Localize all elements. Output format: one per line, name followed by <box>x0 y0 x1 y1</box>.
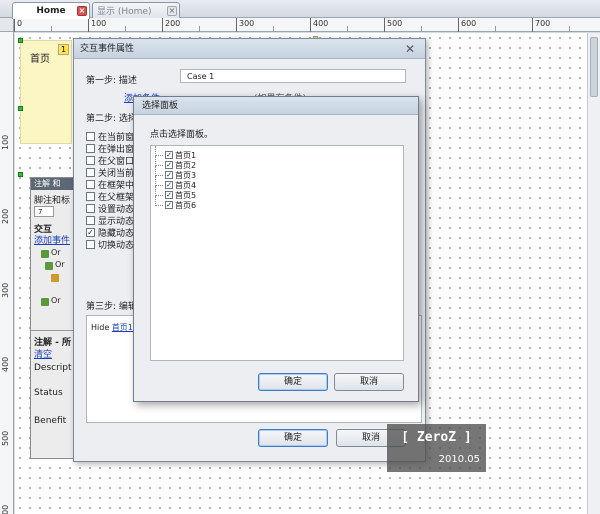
ruler-label-600: 600 <box>461 19 477 28</box>
code-prefix: Hide <box>91 323 112 332</box>
select-dialog-titlebar[interactable]: 选择面板 <box>134 97 418 115</box>
tree-connector <box>155 166 163 176</box>
watermark: [ ZeroZ ] 2010.05 <box>387 424 486 472</box>
tab-home-label: Home <box>36 6 66 16</box>
action-checkbox[interactable] <box>86 144 95 153</box>
canvas-vertical-scrollbar[interactable] <box>587 33 600 514</box>
select-instruction: 点击选择面板。 <box>150 130 214 140</box>
watermark-title: [ ZeroZ ] <box>401 430 472 445</box>
action-checkbox[interactable] <box>86 156 95 165</box>
tree-event-icon <box>41 250 49 258</box>
tree-connector <box>155 146 163 156</box>
step1-label: 第一步: 描述 <box>86 76 137 86</box>
action-checkbox[interactable] <box>86 204 95 213</box>
ruler-label-100: 100 <box>91 19 107 28</box>
document-tab-strip: Home × 显示 (Home) × <box>0 0 600 19</box>
panel-checkbox[interactable]: ✓ <box>165 161 173 169</box>
vruler-label-200: 200 <box>1 208 10 224</box>
panel-checkbox[interactable]: ✓ <box>165 151 173 159</box>
select-dialog-title: 选择面板 <box>142 101 179 111</box>
footnote-label: 脚注和标 <box>34 196 71 206</box>
add-event-link[interactable]: 添加事件 <box>34 233 70 246</box>
notes-interactions-panel: 注解 和 脚注和标 7 交互 添加事件 Or Or Or 注解 - 所 清空 D… <box>30 177 74 459</box>
selection-handle-top-left[interactable] <box>18 38 23 43</box>
notes-panel-title: 注解 和 <box>31 178 73 190</box>
action-checkbox-checked[interactable]: ✓ <box>86 228 95 237</box>
code-panel-link[interactable]: 首页1, <box>112 323 136 332</box>
interaction-dialog-titlebar[interactable]: 交互事件属性 ✕ <box>74 39 425 59</box>
field-benefit-label: Benefit <box>34 416 67 426</box>
tree-action-icon <box>51 274 59 282</box>
step2-label: 第二步: 选择 <box>86 114 137 124</box>
canvas-scroll-thumb[interactable] <box>590 37 598 97</box>
action-checkbox[interactable] <box>86 240 95 249</box>
notes-separator <box>31 330 73 331</box>
ruler-label-400: 400 <box>313 19 329 28</box>
vruler-label-300: 300 <box>1 282 10 298</box>
field-status-label: Status <box>34 388 63 398</box>
tab-display-home[interactable]: 显示 (Home) × <box>92 2 180 18</box>
panel-checkbox[interactable]: ✓ <box>165 171 173 179</box>
ruler-label-200: 200 <box>165 19 181 28</box>
tree-connector <box>155 156 163 166</box>
vertical-ruler: 100 200 300 400 500 600 <box>0 32 14 514</box>
action-checkbox[interactable] <box>86 132 95 141</box>
close-icon[interactable]: ✕ <box>405 39 415 59</box>
tree-item-1[interactable]: Or <box>51 248 61 257</box>
vruler-label-100: 100 <box>1 134 10 150</box>
field-description-label: Descript <box>34 363 72 373</box>
tree-event-icon-2 <box>41 298 49 306</box>
tree-connector <box>155 196 163 206</box>
ruler-label-0: 0 <box>17 19 23 28</box>
panel-checkbox[interactable]: ✓ <box>165 201 173 209</box>
select-panel-dialog: 选择面板 点击选择面板。 ✓ 首页1 ✓ 首页2 ✓ 首页3 ✓ 首页4 ✓ 首页5 ✓ 首… <box>133 96 419 402</box>
tab-home[interactable]: Home × <box>12 2 90 19</box>
tree-item-3[interactable]: Or <box>51 296 61 305</box>
ruler-label-700: 700 <box>535 19 551 28</box>
action-checkbox[interactable] <box>86 216 95 225</box>
panel-checkbox[interactable]: ✓ <box>165 181 173 189</box>
ruler-label-300: 300 <box>239 19 255 28</box>
selection-handle-mid-left[interactable] <box>18 106 23 111</box>
vruler-label-600: 600 <box>1 504 10 514</box>
ruler-label-500: 500 <box>387 19 403 28</box>
tree-item-2[interactable]: Or <box>55 260 65 269</box>
panel-checkbox[interactable]: ✓ <box>165 191 173 199</box>
panel-tree-item[interactable]: ✓ 首页6 <box>155 196 197 210</box>
action-checkbox[interactable] <box>86 192 95 201</box>
watermark-date: 2010.05 <box>438 454 480 465</box>
selection-handle-bottom-left[interactable] <box>18 172 23 177</box>
widget-footnote-badge: 1 <box>58 44 69 55</box>
tree-connector <box>155 186 163 196</box>
panel-label: 首页6 <box>175 200 197 210</box>
tree-case-icon <box>45 262 53 270</box>
interaction-dialog-title: 交互事件属性 <box>80 44 135 54</box>
ruler-corner <box>0 18 14 32</box>
select-ok-button[interactable]: 确定 <box>258 373 328 391</box>
panel-tree-list: ✓ 首页1 ✓ 首页2 ✓ 首页3 ✓ 首页4 ✓ 首页5 ✓ 首页6 <box>150 145 404 361</box>
footnote-number-input[interactable]: 7 <box>34 206 54 217</box>
action-checkbox[interactable] <box>86 168 95 177</box>
action-checkbox[interactable] <box>86 180 95 189</box>
tree-connector <box>155 176 163 186</box>
case-name-input[interactable]: Case 1 <box>180 69 406 83</box>
horizontal-ruler: 0 100 200 300 400 500 600 700 <box>14 18 600 32</box>
tab-display-home-label: 显示 (Home) <box>97 7 152 17</box>
clear-notes-link[interactable]: 清空 <box>34 347 52 360</box>
vruler-label-500: 500 <box>1 430 10 446</box>
tab-display-home-close-icon[interactable]: × <box>167 6 177 16</box>
ok-button[interactable]: 确定 <box>258 429 328 447</box>
tab-home-close-icon[interactable]: × <box>77 6 87 16</box>
select-cancel-button[interactable]: 取消 <box>334 373 404 391</box>
step3-label: 第三步: 编辑 <box>86 302 137 312</box>
vruler-label-400: 400 <box>1 356 10 372</box>
